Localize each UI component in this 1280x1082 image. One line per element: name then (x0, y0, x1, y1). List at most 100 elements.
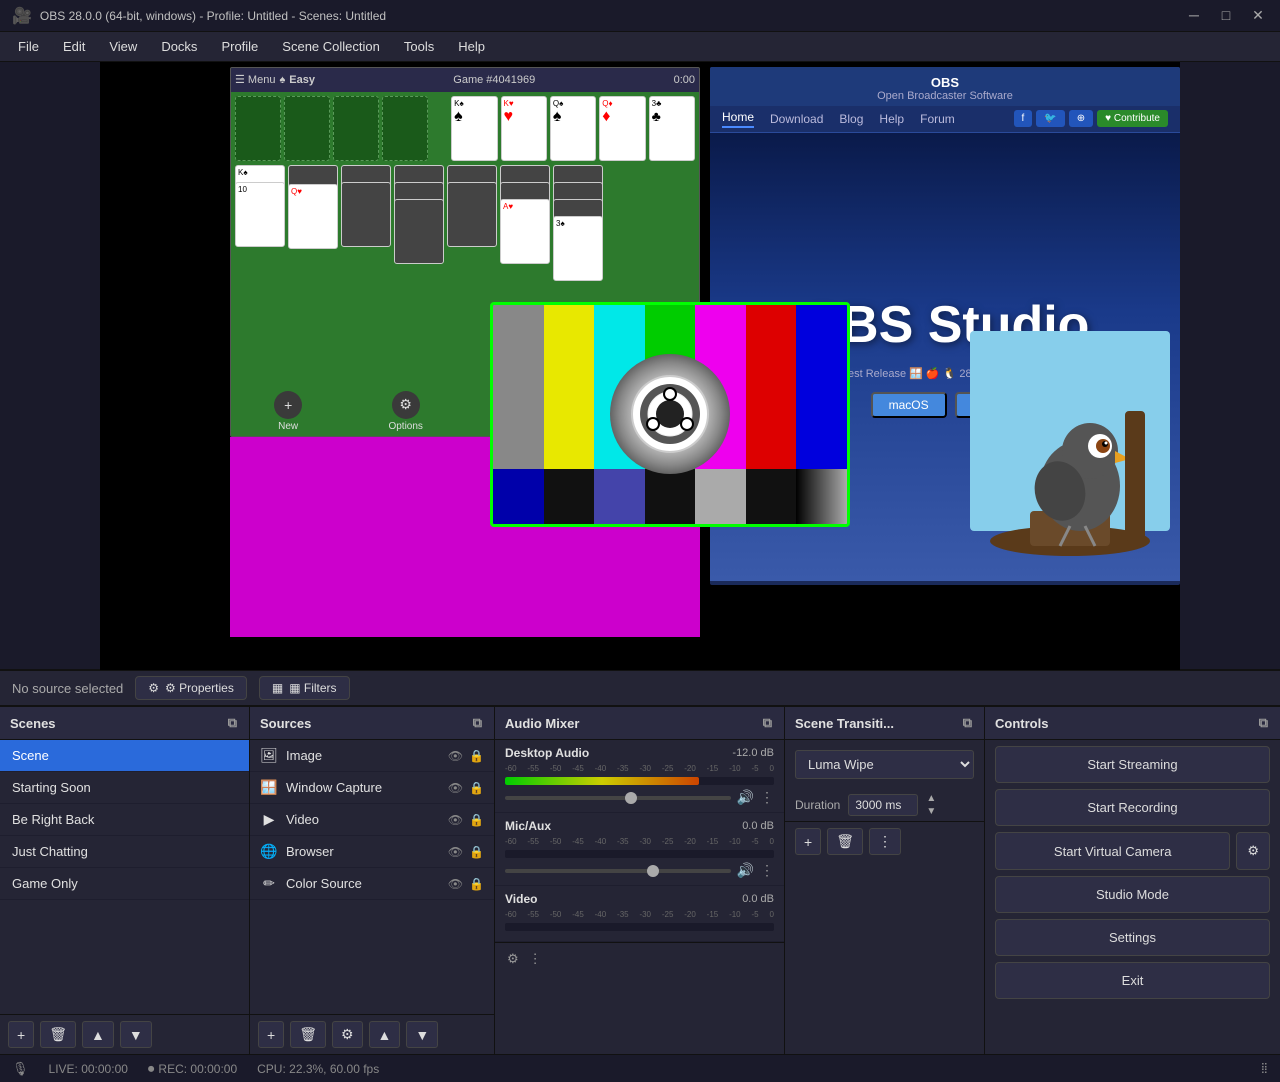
scenes-undock-icon[interactable]: ⧉ (226, 713, 239, 733)
properties-button[interactable]: ⚙ ⚙ Properties (135, 676, 247, 700)
menu-profile[interactable]: Profile (211, 35, 268, 58)
start-recording-button[interactable]: Start Recording (995, 789, 1270, 826)
exit-button[interactable]: Exit (995, 962, 1270, 999)
menu-help[interactable]: Help (448, 35, 495, 58)
close-button[interactable]: ✕ (1248, 7, 1268, 24)
scenes-delete-button[interactable]: 🗑 (40, 1021, 76, 1048)
studio-mode-button[interactable]: Studio Mode (995, 876, 1270, 913)
image-source-icon: 🖼 (260, 747, 278, 764)
menu-scene-collection[interactable]: Scene Collection (272, 35, 390, 58)
obs-contribute-btn[interactable]: ♥ Contribute (1097, 110, 1168, 127)
transitions-delete-button[interactable]: 🗑 (827, 828, 863, 855)
minimize-button[interactable]: ─ (1184, 7, 1204, 24)
sol-options-btn[interactable]: ⚙ Options (388, 391, 422, 432)
micaux-audio-fader-thumb[interactable] (647, 865, 659, 877)
sources-add-button[interactable]: + (258, 1021, 284, 1048)
desktop-audio-mute-icon[interactable]: 🔊 (737, 789, 754, 806)
scenes-up-button[interactable]: ▲ (82, 1021, 114, 1048)
micaux-audio-mute-icon[interactable]: 🔊 (737, 862, 754, 879)
controls-undock-icon[interactable]: ⧉ (1257, 713, 1270, 733)
bar-green (645, 305, 696, 469)
scene-item-scene[interactable]: Scene (0, 740, 249, 772)
solitaire-time: 0:00 (674, 74, 695, 86)
video-visibility-icon[interactable]: 👁 (448, 813, 463, 827)
micaux-audio-menu-icon[interactable]: ⋮ (760, 862, 774, 879)
menu-docks[interactable]: Docks (151, 35, 207, 58)
transitions-undock-icon[interactable]: ⧉ (961, 713, 974, 733)
obs-facebook-btn[interactable]: f (1014, 110, 1033, 127)
obs-twitter-btn[interactable]: 🐦 (1036, 110, 1064, 127)
scene-item-starting-soon[interactable]: Starting Soon (0, 772, 249, 804)
obs-nav-home[interactable]: Home (722, 110, 754, 128)
duration-up-icon[interactable]: ▲ (926, 793, 936, 804)
source-item-video[interactable]: ▶ Video 👁 🔒 (250, 804, 494, 836)
obs-nav-help[interactable]: Help (879, 112, 904, 126)
scenes-down-button[interactable]: ▼ (120, 1021, 152, 1048)
sources-settings-button[interactable]: ⚙ (332, 1021, 363, 1048)
source-item-image[interactable]: 🖼 Image 👁 🔒 (250, 740, 494, 772)
maximize-button[interactable]: □ (1216, 7, 1236, 24)
image-source-name: Image (286, 748, 440, 763)
obs-web-nav: Home Download Blog Help Forum f 🐦 ⊕ ♥ Co… (710, 106, 1180, 133)
start-virtual-camera-button[interactable]: Start Virtual Camera (995, 832, 1230, 870)
card-placeholder (235, 96, 281, 161)
solitaire-logo-icon: ♠ (279, 74, 285, 86)
micaux-audio-fader[interactable] (505, 869, 731, 873)
sources-down-button[interactable]: ▼ (406, 1021, 438, 1048)
audio-settings-icon[interactable]: ⚙ (505, 949, 521, 969)
obs-macos-btn[interactable]: macOS (871, 392, 947, 418)
bars-top (493, 305, 847, 469)
titlebar: 🎥 OBS 28.0.0 (64-bit, windows) - Profile… (0, 0, 1280, 32)
settings-button[interactable]: Settings (995, 919, 1270, 956)
start-streaming-button[interactable]: Start Streaming (995, 746, 1270, 783)
image-lock-icon[interactable]: 🔒 (469, 749, 484, 763)
sol-new-btn[interactable]: + New (274, 391, 302, 432)
color-source-visibility-icon[interactable]: 👁 (448, 877, 463, 891)
duration-input[interactable] (848, 794, 918, 816)
resize-handle[interactable]: ⣿ (1261, 1063, 1268, 1074)
desktop-audio-meter (505, 777, 774, 785)
menu-file[interactable]: File (8, 35, 49, 58)
obs-nav-forum[interactable]: Forum (920, 112, 955, 126)
sources-up-button[interactable]: ▲ (369, 1021, 401, 1048)
desktop-audio-menu-icon[interactable]: ⋮ (760, 789, 774, 806)
browser-source-name: Browser (286, 844, 440, 859)
scene-item-be-right-back[interactable]: Be Right Back (0, 804, 249, 836)
desktop-audio-fader-thumb[interactable] (625, 792, 637, 804)
scenes-add-button[interactable]: + (8, 1021, 34, 1048)
source-item-color-source[interactable]: ✏ Color Source 👁 🔒 (250, 868, 494, 900)
browser-lock-icon[interactable]: 🔒 (469, 845, 484, 859)
window-capture-lock-icon[interactable]: 🔒 (469, 781, 484, 795)
transition-select[interactable]: Luma Wipe Fade Cut Stinger Slide Swipe (795, 750, 974, 779)
titlebar-controls[interactable]: ─ □ ✕ (1184, 7, 1268, 24)
obs-github-btn[interactable]: ⊕ (1069, 110, 1093, 127)
filters-button[interactable]: ▦ ▦ Filters (259, 676, 350, 700)
obs-nav-download[interactable]: Download (770, 112, 823, 126)
sources-undock-icon[interactable]: ⧉ (471, 713, 484, 733)
audio-undock-icon[interactable]: ⧉ (761, 713, 774, 733)
color-source-lock-icon[interactable]: 🔒 (469, 877, 484, 891)
menu-tools[interactable]: Tools (394, 35, 444, 58)
scene-item-just-chatting[interactable]: Just Chatting (0, 836, 249, 868)
audio-menu-icon[interactable]: ⋮ (527, 949, 544, 969)
browser-visibility-icon[interactable]: 👁 (448, 845, 463, 859)
card-placeholder (284, 96, 330, 161)
transitions-add-button[interactable]: + (795, 828, 821, 855)
menu-view[interactable]: View (99, 35, 147, 58)
image-visibility-icon[interactable]: 👁 (448, 749, 463, 763)
desktop-audio-fader[interactable] (505, 796, 731, 800)
video-lock-icon[interactable]: 🔒 (469, 813, 484, 827)
source-item-browser[interactable]: 🌐 Browser 👁 🔒 (250, 836, 494, 868)
source-item-window-capture[interactable]: 🪟 Window Capture 👁 🔒 (250, 772, 494, 804)
scene-item-game-only[interactable]: Game Only (0, 868, 249, 900)
sources-delete-button[interactable]: 🗑 (290, 1021, 326, 1048)
window-capture-visibility-icon[interactable]: 👁 (448, 781, 463, 795)
solitaire-top-row: K♠♠ K♥♥ Q♠♠ Q♦♦ 3♣♣ (235, 96, 695, 161)
duration-down-icon[interactable]: ▼ (926, 806, 936, 817)
bar-b4 (645, 469, 696, 524)
obs-nav-blog[interactable]: Blog (839, 112, 863, 126)
titlebar-left: 🎥 OBS 28.0.0 (64-bit, windows) - Profile… (12, 6, 386, 26)
virtual-camera-settings-icon[interactable]: ⚙ (1236, 832, 1270, 870)
transitions-menu-button[interactable]: ⋮ (869, 828, 901, 855)
menu-edit[interactable]: Edit (53, 35, 95, 58)
